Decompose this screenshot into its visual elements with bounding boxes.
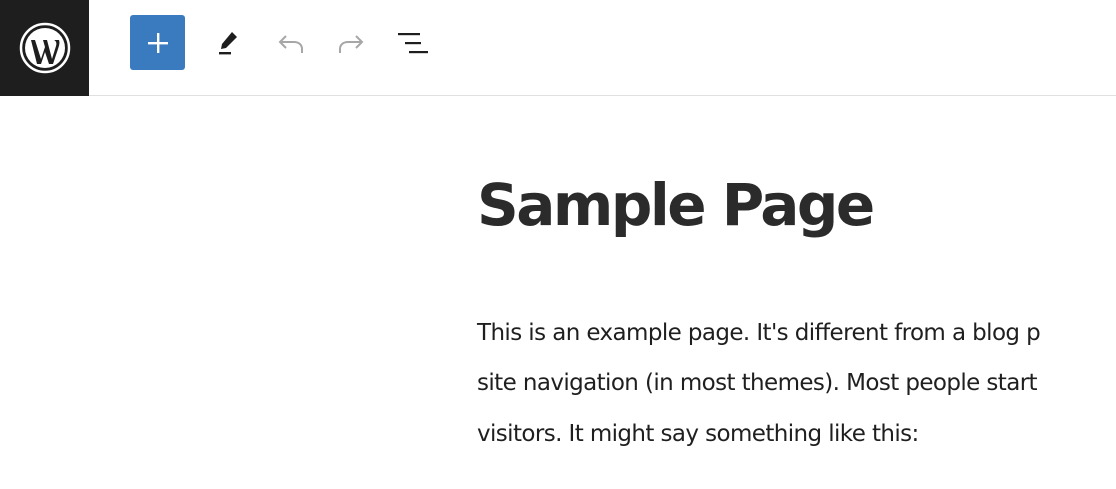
wordpress-icon [19,22,70,74]
page-title[interactable]: Sample Page [477,176,875,234]
wordpress-logo-button[interactable] [0,0,89,96]
editor-toolbar [0,0,1116,96]
paragraph-line[interactable]: site navigation (in most themes). Most p… [477,372,1038,395]
list-view-icon [397,32,428,53]
add-block-button[interactable] [130,15,185,70]
plus-icon [147,32,168,53]
undo-button[interactable] [263,15,318,70]
paragraph-line[interactable]: visitors. It might say something like th… [477,423,919,446]
redo-button[interactable] [323,15,378,70]
paragraph-line[interactable]: This is an example page. It's different … [477,322,1041,345]
pencil-icon [218,31,237,54]
undo-icon [278,34,303,53]
document-overview-button[interactable] [385,15,440,70]
edit-tools-button[interactable] [201,15,256,70]
redo-icon [338,34,363,53]
